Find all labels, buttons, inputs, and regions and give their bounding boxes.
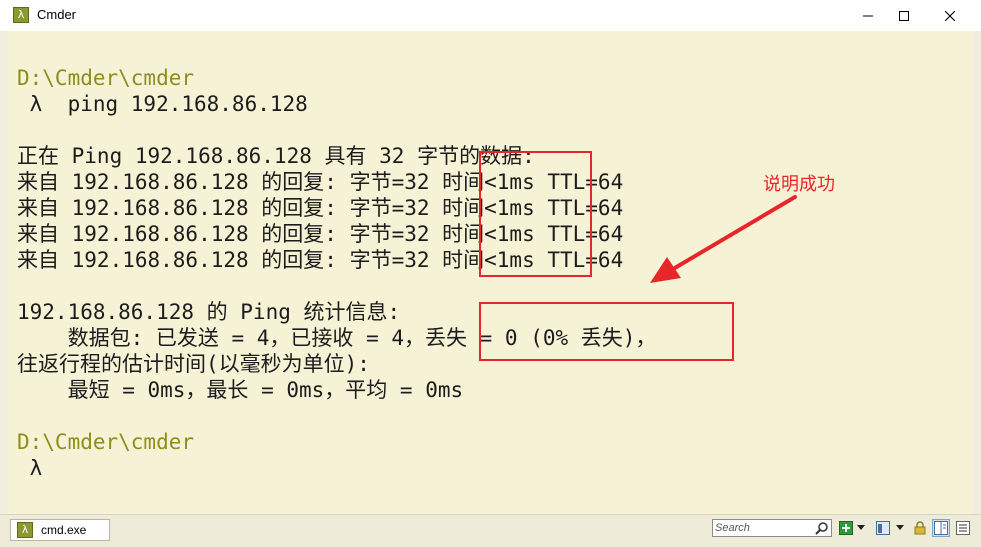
- cmder-tab-icon: λ: [17, 522, 33, 538]
- search-input[interactable]: [713, 520, 813, 536]
- search-icon[interactable]: [815, 521, 829, 535]
- tab-label: cmd.exe: [41, 523, 87, 537]
- new-console-icon: [839, 521, 853, 535]
- dropdown-arrow-icon: [896, 525, 904, 530]
- lock-icon: [914, 521, 926, 535]
- search-box[interactable]: [712, 519, 832, 537]
- split-icon: [934, 521, 948, 535]
- split-button[interactable]: [932, 519, 950, 537]
- menu-button[interactable]: [954, 519, 972, 537]
- view-icon: [876, 521, 890, 535]
- view-button[interactable]: [874, 519, 892, 537]
- console-tab[interactable]: λ cmd.exe: [10, 519, 110, 541]
- view-dropdown[interactable]: [894, 519, 906, 537]
- menu-icon: [956, 521, 970, 535]
- annotation-arrow-icon: [650, 195, 797, 283]
- dropdown-arrow-icon: [857, 525, 865, 530]
- status-bar: λ cmd.exe: [0, 514, 981, 547]
- lock-button[interactable]: [911, 519, 929, 537]
- new-console-button[interactable]: [837, 519, 855, 537]
- new-console-dropdown[interactable]: [855, 519, 867, 537]
